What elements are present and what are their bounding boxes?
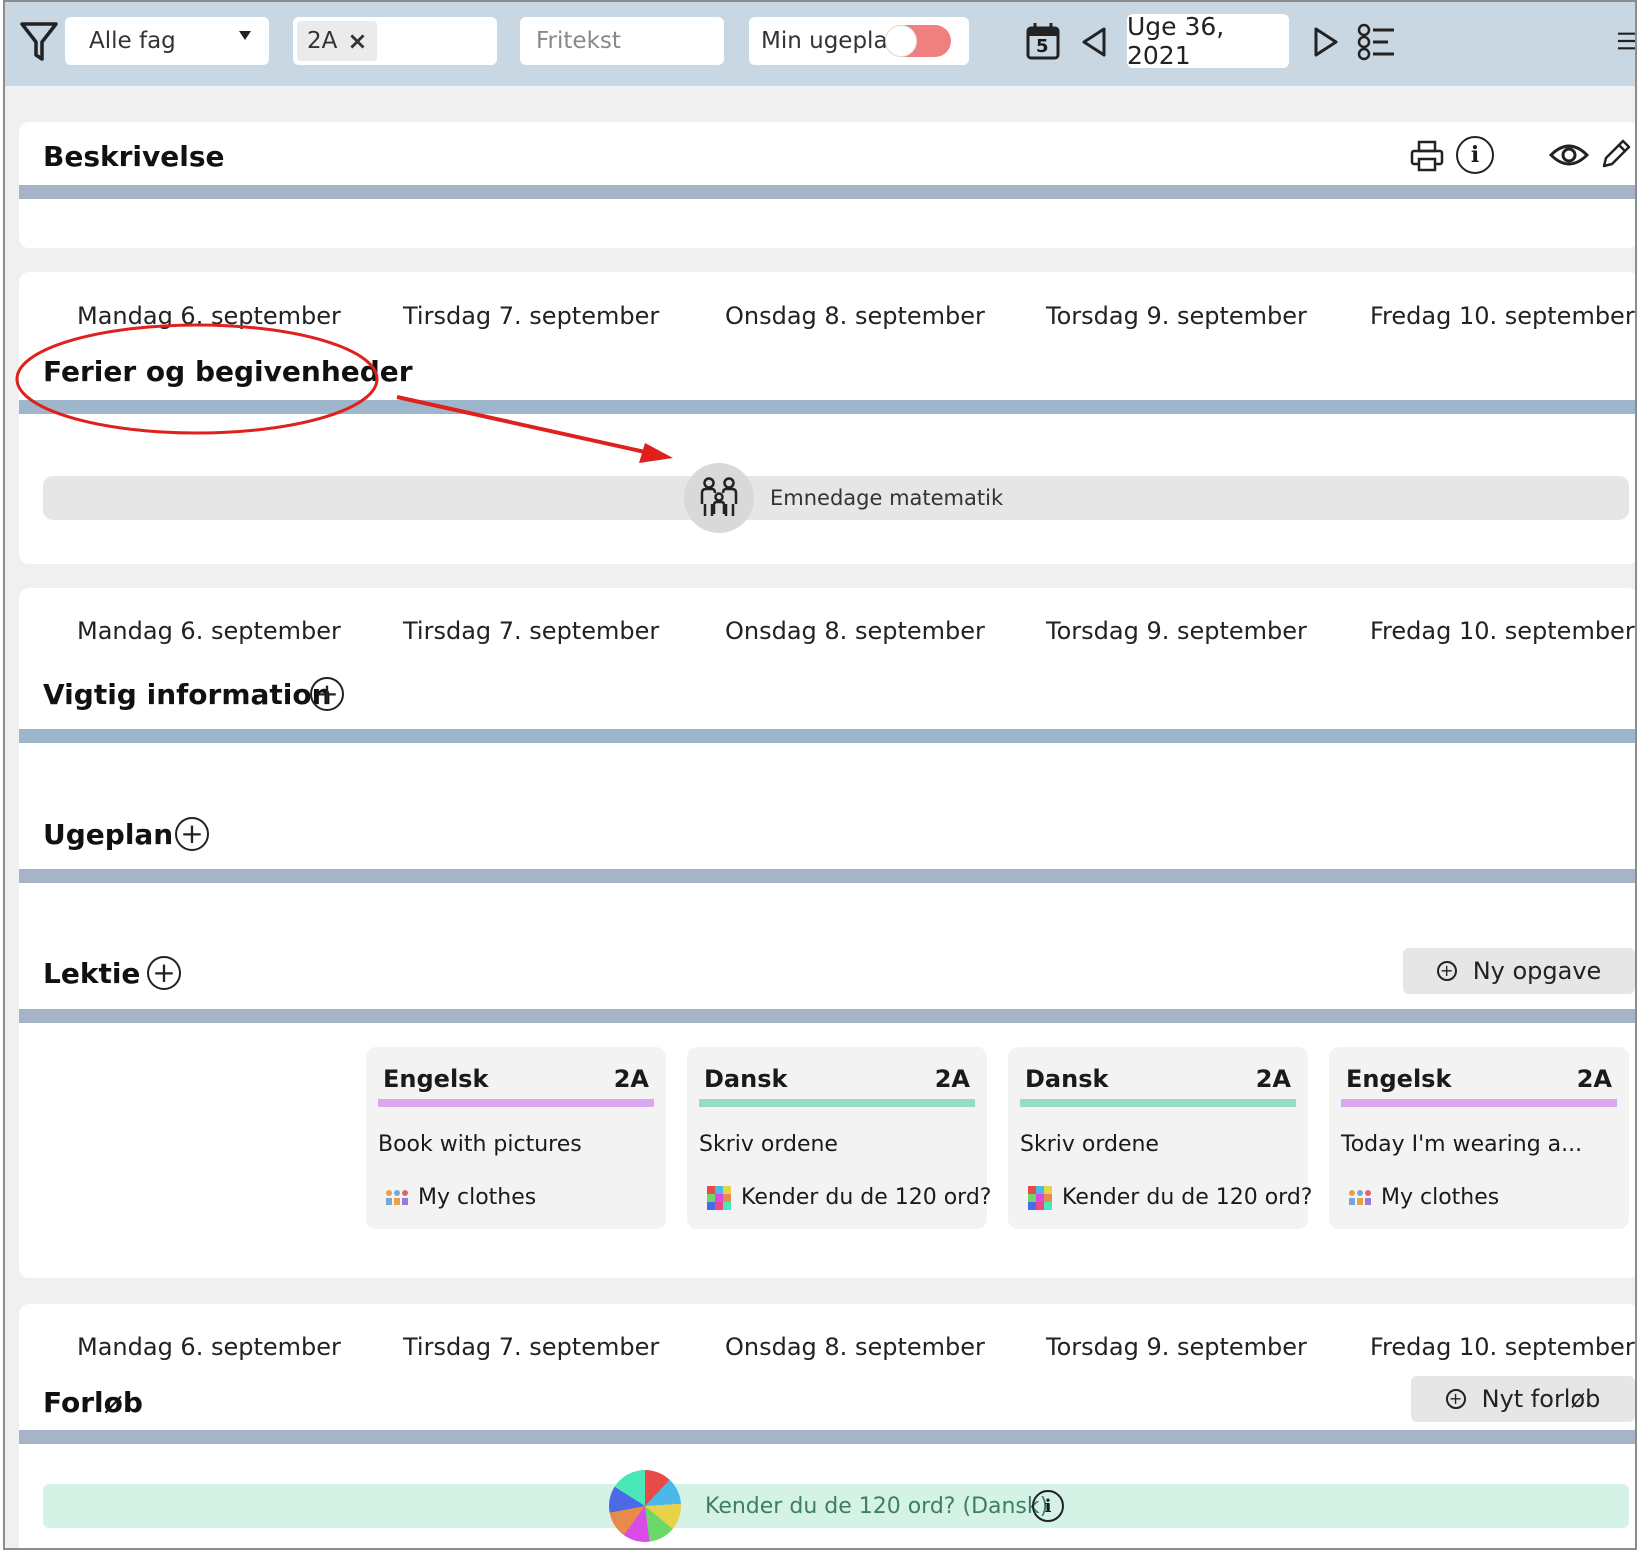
annotation-overlay [15,323,673,463]
annotation-arrowhead [639,443,673,463]
annotation-circle [15,323,379,435]
app-window: Alle fag 2A × Fritekst Min ugeplan 5 Uge… [3,0,1637,1550]
annotation-arrow [396,395,646,454]
